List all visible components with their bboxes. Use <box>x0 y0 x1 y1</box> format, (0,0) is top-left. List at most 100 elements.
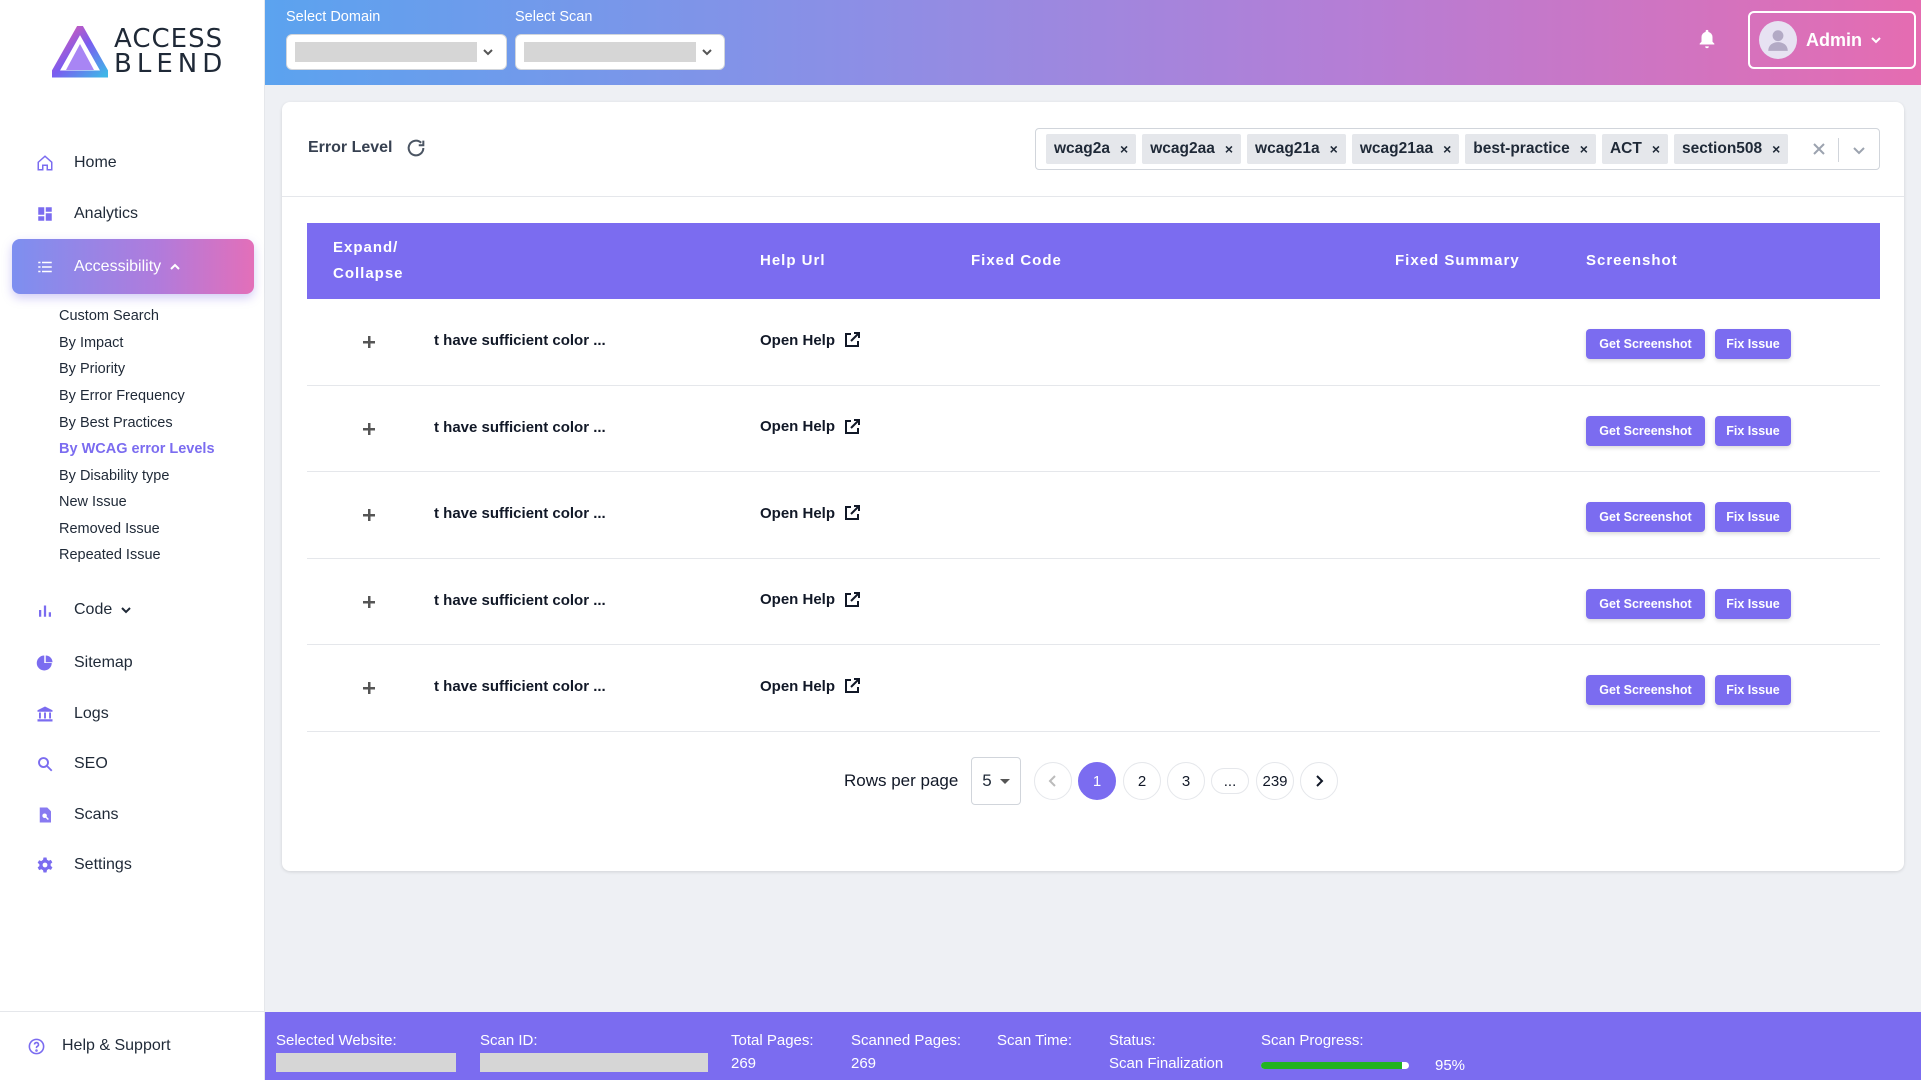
open-help-link[interactable]: Open Help <box>760 331 861 349</box>
get-screenshot-button[interactable]: Get Screenshot <box>1586 329 1705 359</box>
scan-select-value <box>524 42 696 62</box>
sidebar-item-logs[interactable]: Logs <box>12 689 254 739</box>
scan-time-label: Scan Time: <box>997 1032 1073 1049</box>
get-screenshot-button[interactable]: Get Screenshot <box>1586 675 1705 705</box>
open-help-link[interactable]: Open Help <box>760 504 861 522</box>
list-icon <box>36 258 54 276</box>
scan-select-label: Select Scan <box>515 9 593 25</box>
user-menu-button[interactable]: Admin <box>1748 11 1916 69</box>
pagination: Rows per page 5 1 2 3 ... 239 <box>282 757 1904 805</box>
subnav-by-priority[interactable]: By Priority <box>59 361 125 377</box>
open-help-link[interactable]: Open Help <box>760 591 861 609</box>
subnav-removed-issue[interactable]: Removed Issue <box>59 521 160 537</box>
subnav-new-issue[interactable]: New Issue <box>59 494 127 510</box>
sidebar-item-home[interactable]: Home <box>12 138 254 188</box>
sidebar-item-label: Settings <box>74 856 132 873</box>
sidebar-item-accessibility[interactable]: Accessibility <box>12 239 254 294</box>
fix-issue-button[interactable]: Fix Issue <box>1715 588 1791 619</box>
refresh-icon[interactable] <box>405 137 427 159</box>
tag-remove-button[interactable]: × <box>1580 141 1588 157</box>
fix-issue-button[interactable]: Fix Issue <box>1715 415 1791 446</box>
scan-id-label: Scan ID: <box>480 1032 538 1049</box>
expand-plus-icon[interactable] <box>362 422 376 436</box>
open-help-label: Open Help <box>760 677 836 695</box>
sidebar-item-seo[interactable]: SEO <box>12 739 254 789</box>
page-button-2[interactable]: 2 <box>1123 762 1161 800</box>
expand-plus-icon[interactable] <box>362 335 376 349</box>
scan-select[interactable] <box>515 34 725 70</box>
subnav-by-wcag-error-levels[interactable]: By WCAG error Levels <box>59 441 215 457</box>
tag-label: section508 <box>1682 140 1763 157</box>
search-icon <box>36 755 54 773</box>
subnav-by-error-frequency[interactable]: By Error Frequency <box>59 388 185 404</box>
scan-status-bar: Selected Website: Scan ID: Total Pages: … <box>265 1012 1921 1080</box>
sidebar-item-code[interactable]: Code <box>12 585 254 635</box>
total-pages-value: 269 <box>731 1055 757 1072</box>
issue-description: t have sufficient color ... <box>434 332 606 349</box>
page-button-3[interactable]: 3 <box>1167 762 1205 800</box>
tag-wcag21aa: wcag21aa × <box>1351 134 1460 164</box>
subnav-by-impact[interactable]: By Impact <box>59 335 123 351</box>
scan-progress-field: Scan Progress: 95% <box>1261 1032 1465 1074</box>
scan-time-field: Scan Time: <box>997 1032 1072 1049</box>
tag-remove-button[interactable]: × <box>1652 141 1660 157</box>
user-name: Admin <box>1806 29 1862 50</box>
sidebar-item-label: Logs <box>74 705 109 722</box>
status-field: Status: Scan Finalization <box>1109 1032 1223 1072</box>
tag-remove-button[interactable]: × <box>1772 141 1780 157</box>
prev-page-button[interactable] <box>1034 762 1072 800</box>
expand-plus-icon[interactable] <box>362 681 376 695</box>
open-help-link[interactable]: Open Help <box>760 418 861 436</box>
app-logo[interactable]: ACCESS BLEND <box>52 26 227 78</box>
subnav-custom-search[interactable]: Custom Search <box>59 308 159 324</box>
page-button-1[interactable]: 1 <box>1078 762 1116 800</box>
sidebar-item-analytics[interactable]: Analytics <box>12 189 254 239</box>
header-label: Expand/ <box>333 239 399 256</box>
subnav-repeated-issue[interactable]: Repeated Issue <box>59 547 161 563</box>
table-row: t have sufficient color ... Open Help Ge… <box>307 386 1880 472</box>
clear-all-icon[interactable] <box>1811 141 1827 157</box>
subnav-by-disability-type[interactable]: By Disability type <box>59 468 169 484</box>
expand-plus-icon[interactable] <box>362 595 376 609</box>
sidebar-item-settings[interactable]: Settings <box>12 840 254 890</box>
logo-line2: BLEND <box>114 49 228 79</box>
get-screenshot-button[interactable]: Get Screenshot <box>1586 415 1705 446</box>
sidebar-item-scans[interactable]: Scans <box>12 790 254 840</box>
open-help-label: Open Help <box>760 331 836 349</box>
error-level-multiselect[interactable]: wcag2a × wcag2aa × wcag21a × wcag21aa × best… <box>1035 128 1880 170</box>
selected-website-label: Selected Website: <box>276 1032 397 1049</box>
tag-remove-button[interactable]: × <box>1120 141 1128 157</box>
external-link-icon <box>845 591 861 607</box>
chevron-down-icon <box>483 49 493 56</box>
issue-description: t have sufficient color ... <box>434 505 606 522</box>
page-button-239[interactable]: 239 <box>1256 762 1294 800</box>
issue-description: t have sufficient color ... <box>434 678 606 695</box>
tag-label: best-practice <box>1473 140 1570 157</box>
tag-remove-button[interactable]: × <box>1225 141 1233 157</box>
fix-issue-button[interactable]: Fix Issue <box>1715 329 1791 359</box>
fix-issue-button[interactable]: Fix Issue <box>1715 502 1791 532</box>
tag-act: ACT × <box>1601 134 1669 164</box>
sidebar-item-label: SEO <box>74 755 108 772</box>
rows-per-page-select[interactable]: 5 <box>971 757 1021 805</box>
open-help-link[interactable]: Open Help <box>760 677 861 695</box>
tag-remove-button[interactable]: × <box>1443 141 1451 157</box>
expand-plus-icon[interactable] <box>362 508 376 522</box>
sidebar-item-sitemap[interactable]: Sitemap <box>12 638 254 688</box>
issue-description: t have sufficient color ... <box>434 591 606 609</box>
tag-remove-button[interactable]: × <box>1330 141 1338 157</box>
subnav-by-best-practices[interactable]: By Best Practices <box>59 415 173 431</box>
selected-website-field: Selected Website: <box>276 1032 456 1072</box>
next-page-button[interactable] <box>1300 762 1338 800</box>
fix-issue-button[interactable]: Fix Issue <box>1715 675 1791 705</box>
tag-wcag2a: wcag2a × <box>1046 134 1137 164</box>
help-support-link[interactable]: Help & Support <box>0 1011 265 1080</box>
domain-select[interactable] <box>286 34 507 70</box>
pie-chart-icon <box>36 654 54 672</box>
bell-icon[interactable] <box>1696 28 1718 50</box>
get-screenshot-button[interactable]: Get Screenshot <box>1586 588 1705 619</box>
chevron-right-icon <box>1316 775 1324 787</box>
get-screenshot-button[interactable]: Get Screenshot <box>1586 502 1705 532</box>
selected-website-value <box>276 1053 456 1072</box>
chevron-down-icon[interactable] <box>1851 142 1867 158</box>
